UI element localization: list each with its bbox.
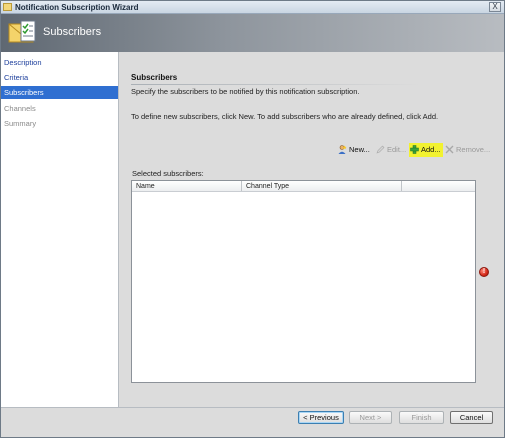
subscriber-toolbar: New... Edit... Add... Remove... [337,143,494,157]
pencil-icon [376,145,385,154]
wizard-footer: < Previous Next > Finish Cancel [1,407,504,437]
edit-button-label: Edit... [387,145,407,154]
title-bar: Notification Subscription Wizard X [1,1,504,14]
page-instructions: To define new subscribers, click New. To… [131,112,439,121]
sidebar-item-summary: Summary [4,119,37,128]
envelope-checklist-icon [8,20,36,43]
add-button[interactable]: Add... [409,143,443,157]
cancel-button[interactable]: Cancel [450,411,493,424]
validation-error-icon[interactable]: ! [479,267,489,277]
page-description: Specify the subscribers to be notified b… [131,87,360,96]
banner-title: Subscribers [43,26,102,38]
new-button-label: New... [349,145,370,154]
wizard-window: Notification Subscription Wizard X Subsc… [0,0,505,438]
new-button[interactable]: New... [337,143,373,157]
page-title: Subscribers [131,73,178,82]
title-divider [131,84,421,85]
finish-button: Finish [399,411,444,424]
list-header: Name Channel Type [132,181,475,192]
next-button: Next > [349,411,392,424]
sidebar-item-channels: Channels [4,104,36,113]
sidebar-item-criteria[interactable]: Criteria [1,71,118,84]
wizard-steps-sidebar: Description Criteria Subscribers Channel… [1,52,119,407]
window-title: Notification Subscription Wizard [15,3,139,12]
sidebar-item-subscribers[interactable]: Subscribers [1,86,118,99]
column-header-name[interactable]: Name [132,181,242,191]
column-header-channel-type[interactable]: Channel Type [242,181,402,191]
wizard-page-content: Subscribers Specify the subscribers to b… [120,52,504,407]
remove-x-icon [445,145,454,154]
sidebar-item-description[interactable]: Description [1,56,118,69]
remove-button: Remove... [445,143,493,157]
previous-button[interactable]: < Previous [298,411,344,424]
subscribers-list[interactable]: Name Channel Type [131,180,476,383]
selected-subscribers-label: Selected subscribers: [132,169,204,178]
remove-button-label: Remove... [456,145,491,154]
close-button[interactable]: X [489,2,501,12]
new-user-icon [338,145,347,154]
add-plus-icon [410,145,419,154]
header-banner: Subscribers [1,14,504,52]
add-button-label: Add... [421,145,441,154]
edit-button: Edit... [376,143,408,157]
wizard-app-icon [3,3,12,11]
